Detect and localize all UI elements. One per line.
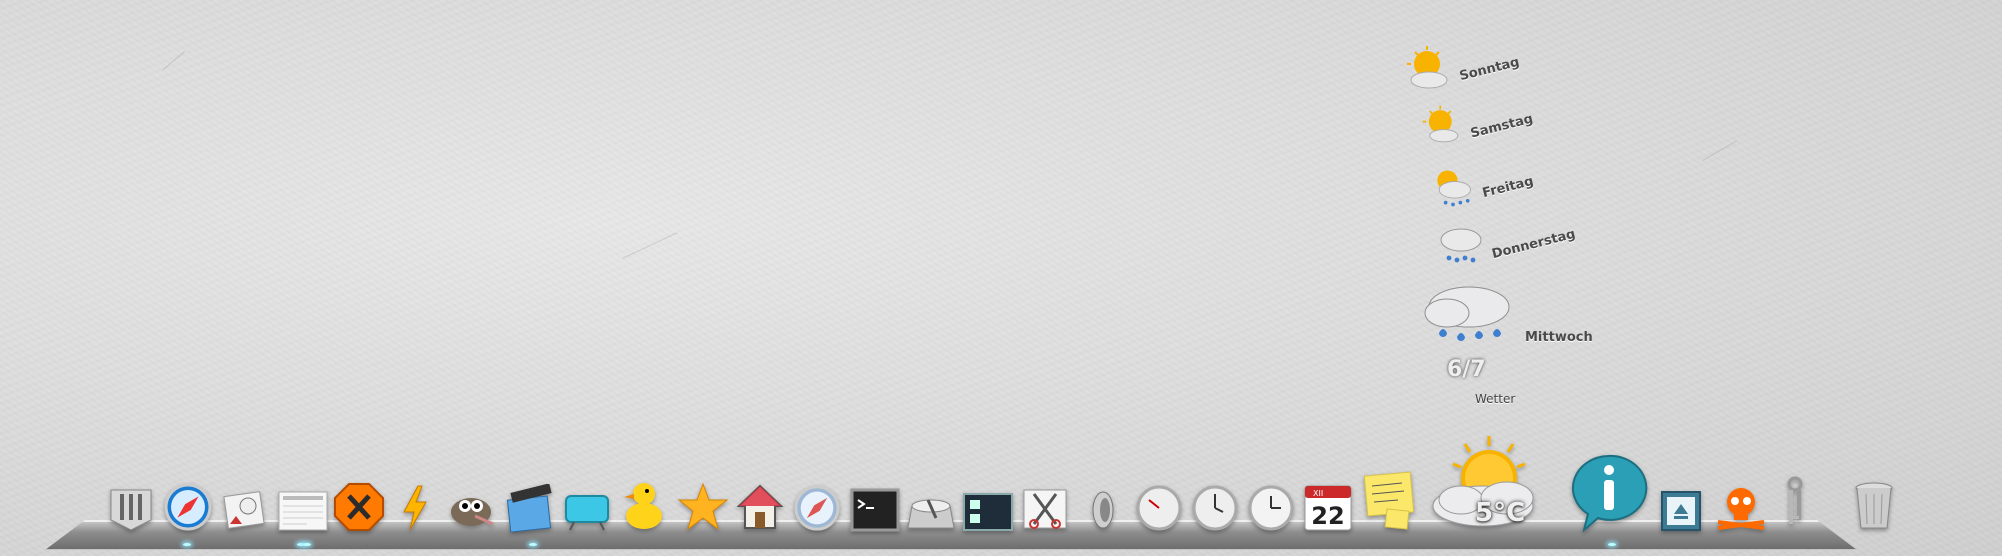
forecast-day-saturday: Samstag	[1420, 104, 1535, 148]
dock[interactable]: XII 22	[100, 436, 1900, 550]
dock-item-imovie[interactable]	[505, 484, 557, 532]
dock-item-skull[interactable]	[1714, 482, 1768, 532]
info-icon	[1571, 454, 1648, 532]
eject-icon	[1661, 491, 1701, 531]
dock-item-tv[interactable]	[562, 488, 612, 532]
dock-item-dashboard-clock[interactable]	[1191, 484, 1239, 532]
dock-item-terminal[interactable]	[850, 488, 900, 532]
calendar-month: XII	[1313, 489, 1323, 498]
skull-icon	[1717, 488, 1765, 530]
star-icon	[677, 482, 729, 531]
speaker-icon	[1092, 491, 1114, 529]
dock-item-bolt[interactable]	[398, 484, 432, 532]
dashboard-clock-icon	[1192, 485, 1238, 531]
dock-item-stickies[interactable]	[1362, 470, 1420, 532]
terminal-icon	[850, 488, 900, 532]
bolt-icon	[403, 485, 427, 531]
dock-item-star[interactable]	[677, 482, 729, 532]
textedit-icon	[278, 491, 328, 531]
gauge-icon	[1136, 485, 1182, 531]
scissors-icon	[1023, 489, 1067, 529]
sun-cloud-icon	[1407, 46, 1448, 89]
spaces-icon	[963, 493, 1013, 531]
tv-icon	[565, 495, 609, 531]
rain-cloud-icon	[1424, 286, 1510, 341]
forecast-day-label: Mittwoch	[1525, 330, 1593, 345]
home-icon	[736, 484, 784, 529]
finder-icon	[110, 489, 152, 531]
dock-item-calendar[interactable]: XII 22	[1303, 482, 1353, 532]
dock-item-spaces[interactable]	[962, 492, 1014, 532]
dock-item-textedit[interactable]	[277, 490, 329, 532]
dock-item-scissors[interactable]	[1020, 484, 1070, 532]
dock-item-clock[interactable]	[1247, 484, 1295, 532]
forecast-day-friday: Freitag	[1430, 164, 1536, 210]
dock-item-safari[interactable]	[793, 484, 841, 532]
dock-item-finder[interactable]	[105, 482, 157, 532]
forecast-day-thursday: Donnerstag	[1435, 220, 1577, 268]
mail-icon	[223, 491, 265, 529]
dock-item-safari[interactable]	[163, 482, 213, 532]
dock-item-mail[interactable]	[220, 484, 268, 532]
running-indicator	[529, 543, 537, 546]
safari-icon	[164, 483, 212, 531]
weather-forecast[interactable]: Sonntag Samstag Freitag Donnerstag	[1405, 40, 1625, 420]
dock-item-eject[interactable]	[1660, 490, 1702, 532]
dock-item-speaker[interactable]	[1085, 488, 1121, 532]
dock-item-disk-utility[interactable]	[906, 492, 956, 532]
rain-cloud-icon	[1440, 228, 1482, 263]
sun-rain-icon	[1437, 170, 1471, 207]
forecast-day-sunday: Sonntag	[1405, 44, 1522, 94]
crossover-icon	[334, 483, 384, 531]
dock-item-home[interactable]	[735, 482, 785, 532]
safari-icon	[794, 485, 840, 531]
sun-cloud-icon	[1422, 105, 1459, 143]
keys-icon	[1787, 476, 1803, 524]
gimp-icon	[451, 498, 494, 526]
imovie-icon	[506, 484, 552, 532]
forecast-day-label: Samstag	[1469, 111, 1535, 141]
dock-item-keys[interactable]	[1775, 476, 1815, 532]
forecast-day-label: Freitag	[1480, 173, 1536, 201]
calendar-day: 22	[1311, 502, 1344, 530]
calendar-icon: XII 22	[1304, 485, 1352, 531]
weather-widget-label: Wetter	[1475, 392, 1516, 406]
current-temperature: 5°C	[1475, 498, 1526, 528]
dock-item-cyberduck[interactable]	[620, 478, 666, 532]
running-indicator	[183, 543, 191, 546]
forecast-temp: 6/7	[1447, 357, 1486, 382]
dock-item-crossover[interactable]	[333, 482, 385, 532]
forecast-day-label: Sonntag	[1458, 54, 1522, 84]
dock-item-trash[interactable]	[1852, 480, 1896, 532]
cyberduck-icon	[624, 483, 662, 529]
forecast-day-label: Donnerstag	[1490, 226, 1578, 262]
dock-item-gimp[interactable]	[445, 486, 499, 532]
disk-utility-icon	[907, 499, 955, 529]
forecast-day-wednesday	[1417, 285, 1517, 351]
dock-item-info[interactable]	[1568, 452, 1650, 532]
trash-icon	[1855, 482, 1893, 529]
clock-icon	[1248, 485, 1294, 531]
stickies-icon	[1363, 471, 1415, 530]
dock-item-gauge[interactable]	[1135, 484, 1183, 532]
running-indicator	[303, 543, 311, 546]
running-indicator	[1608, 543, 1616, 546]
